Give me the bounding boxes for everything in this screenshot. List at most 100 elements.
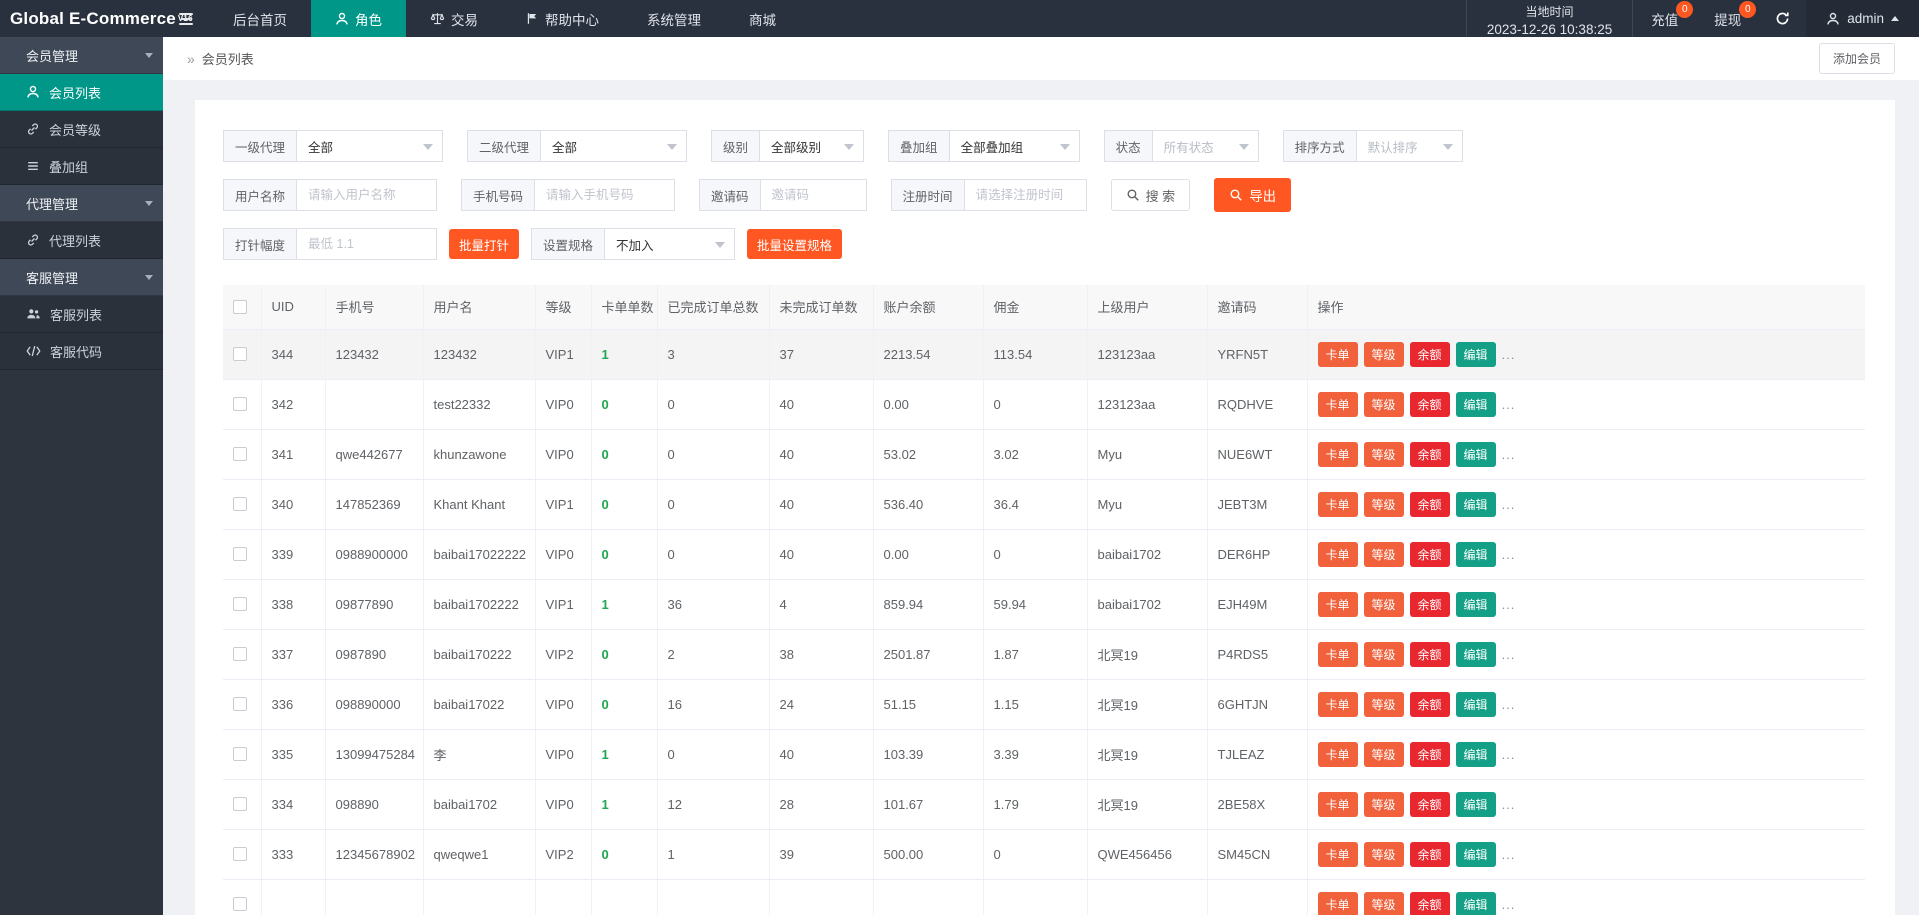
- row-checkbox[interactable]: [233, 597, 247, 611]
- level-button[interactable]: 等级: [1364, 642, 1404, 667]
- edit-button[interactable]: 编辑: [1456, 792, 1496, 817]
- balance-button[interactable]: 余额: [1410, 392, 1450, 417]
- sidebar-item-member-list[interactable]: 会员列表: [0, 74, 163, 111]
- balance-button[interactable]: 余额: [1410, 342, 1450, 367]
- row-checkbox[interactable]: [233, 397, 247, 411]
- edit-button[interactable]: 编辑: [1456, 392, 1496, 417]
- sidebar-item-member-level[interactable]: 会员等级: [0, 111, 163, 148]
- spec-select[interactable]: 不加入: [605, 228, 735, 260]
- card-order-button[interactable]: 卡单: [1318, 392, 1358, 417]
- more-actions[interactable]: ...: [1502, 797, 1516, 812]
- refresh-icon[interactable]: [1759, 0, 1806, 37]
- edit-button[interactable]: 编辑: [1456, 892, 1496, 915]
- register-time-input[interactable]: [965, 179, 1087, 211]
- admin-menu[interactable]: admin: [1806, 0, 1919, 37]
- withdraw-button[interactable]: 提现 0: [1696, 0, 1759, 37]
- edit-button[interactable]: 编辑: [1456, 742, 1496, 767]
- row-checkbox[interactable]: [233, 497, 247, 511]
- row-checkbox[interactable]: [233, 747, 247, 761]
- card-order-button[interactable]: 卡单: [1318, 592, 1358, 617]
- edit-button[interactable]: 编辑: [1456, 592, 1496, 617]
- edit-button[interactable]: 编辑: [1456, 842, 1496, 867]
- level-button[interactable]: 等级: [1364, 692, 1404, 717]
- card-order-button[interactable]: 卡单: [1318, 742, 1358, 767]
- edit-button[interactable]: 编辑: [1456, 342, 1496, 367]
- more-actions[interactable]: ...: [1502, 897, 1516, 912]
- more-actions[interactable]: ...: [1502, 547, 1516, 562]
- status-select[interactable]: 所有状态: [1153, 130, 1259, 162]
- select-all-checkbox[interactable]: [233, 300, 247, 314]
- balance-button[interactable]: 余额: [1410, 592, 1450, 617]
- balance-button[interactable]: 余额: [1410, 742, 1450, 767]
- card-order-button[interactable]: 卡单: [1318, 792, 1358, 817]
- more-actions[interactable]: ...: [1502, 847, 1516, 862]
- card-order-button[interactable]: 卡单: [1318, 842, 1358, 867]
- row-checkbox[interactable]: [233, 447, 247, 461]
- edit-button[interactable]: 编辑: [1456, 442, 1496, 467]
- balance-button[interactable]: 余额: [1410, 692, 1450, 717]
- balance-button[interactable]: 余额: [1410, 492, 1450, 517]
- top-nav-item-1[interactable]: 角色: [311, 0, 406, 37]
- row-checkbox[interactable]: [233, 847, 247, 861]
- batch-spec-button[interactable]: 批量设置规格: [747, 229, 842, 259]
- card-order-button[interactable]: 卡单: [1318, 342, 1358, 367]
- level-button[interactable]: 等级: [1364, 892, 1404, 915]
- card-order-button[interactable]: 卡单: [1318, 892, 1358, 915]
- search-button[interactable]: 搜 索: [1111, 179, 1191, 211]
- row-checkbox[interactable]: [233, 647, 247, 661]
- level-button[interactable]: 等级: [1364, 392, 1404, 417]
- row-checkbox[interactable]: [233, 347, 247, 361]
- more-actions[interactable]: ...: [1502, 447, 1516, 462]
- inject-amplitude-input[interactable]: [297, 228, 437, 260]
- balance-button[interactable]: 余额: [1410, 442, 1450, 467]
- invite-code-input[interactable]: [761, 179, 867, 211]
- card-order-button[interactable]: 卡单: [1318, 642, 1358, 667]
- menu-toggle-icon[interactable]: [163, 0, 209, 37]
- export-button[interactable]: 导出: [1214, 178, 1291, 212]
- balance-button[interactable]: 余额: [1410, 842, 1450, 867]
- top-nav-item-4[interactable]: 系统管理: [623, 0, 725, 37]
- row-checkbox[interactable]: [233, 897, 247, 911]
- sidebar-item-service-management[interactable]: 客服管理: [0, 259, 163, 296]
- recharge-button[interactable]: 充值 0: [1633, 0, 1696, 37]
- edit-button[interactable]: 编辑: [1456, 542, 1496, 567]
- stack-group-select[interactable]: 全部叠加组: [950, 130, 1080, 162]
- edit-button[interactable]: 编辑: [1456, 642, 1496, 667]
- balance-button[interactable]: 余额: [1410, 892, 1450, 915]
- sort-select[interactable]: 默认排序: [1357, 130, 1463, 162]
- card-order-button[interactable]: 卡单: [1318, 542, 1358, 567]
- username-input[interactable]: [297, 179, 437, 211]
- sidebar-item-service-code[interactable]: 客服代码: [0, 333, 163, 370]
- batch-inject-button[interactable]: 批量打针: [449, 229, 519, 259]
- level-select[interactable]: 全部级别: [760, 130, 864, 162]
- row-checkbox[interactable]: [233, 797, 247, 811]
- level-button[interactable]: 等级: [1364, 842, 1404, 867]
- add-member-button[interactable]: 添加会员: [1819, 43, 1895, 74]
- level-button[interactable]: 等级: [1364, 442, 1404, 467]
- more-actions[interactable]: ...: [1502, 347, 1516, 362]
- agent-level2-select[interactable]: 全部: [541, 130, 687, 162]
- more-actions[interactable]: ...: [1502, 497, 1516, 512]
- level-button[interactable]: 等级: [1364, 742, 1404, 767]
- more-actions[interactable]: ...: [1502, 697, 1516, 712]
- sidebar-item-member-management[interactable]: 会员管理: [0, 37, 163, 74]
- sidebar-item-agent-management[interactable]: 代理管理: [0, 185, 163, 222]
- balance-button[interactable]: 余额: [1410, 642, 1450, 667]
- more-actions[interactable]: ...: [1502, 597, 1516, 612]
- top-nav-item-3[interactable]: 帮助中心: [502, 0, 623, 37]
- level-button[interactable]: 等级: [1364, 592, 1404, 617]
- edit-button[interactable]: 编辑: [1456, 492, 1496, 517]
- edit-button[interactable]: 编辑: [1456, 692, 1496, 717]
- phone-input[interactable]: [535, 179, 675, 211]
- row-checkbox[interactable]: [233, 697, 247, 711]
- top-nav-item-5[interactable]: 商城: [725, 0, 800, 37]
- sidebar-item-service-list[interactable]: 客服列表: [0, 296, 163, 333]
- more-actions[interactable]: ...: [1502, 397, 1516, 412]
- level-button[interactable]: 等级: [1364, 342, 1404, 367]
- sidebar-item-agent-list[interactable]: 代理列表: [0, 222, 163, 259]
- level-button[interactable]: 等级: [1364, 492, 1404, 517]
- level-button[interactable]: 等级: [1364, 542, 1404, 567]
- level-button[interactable]: 等级: [1364, 792, 1404, 817]
- row-checkbox[interactable]: [233, 547, 247, 561]
- top-nav-item-0[interactable]: 后台首页: [209, 0, 311, 37]
